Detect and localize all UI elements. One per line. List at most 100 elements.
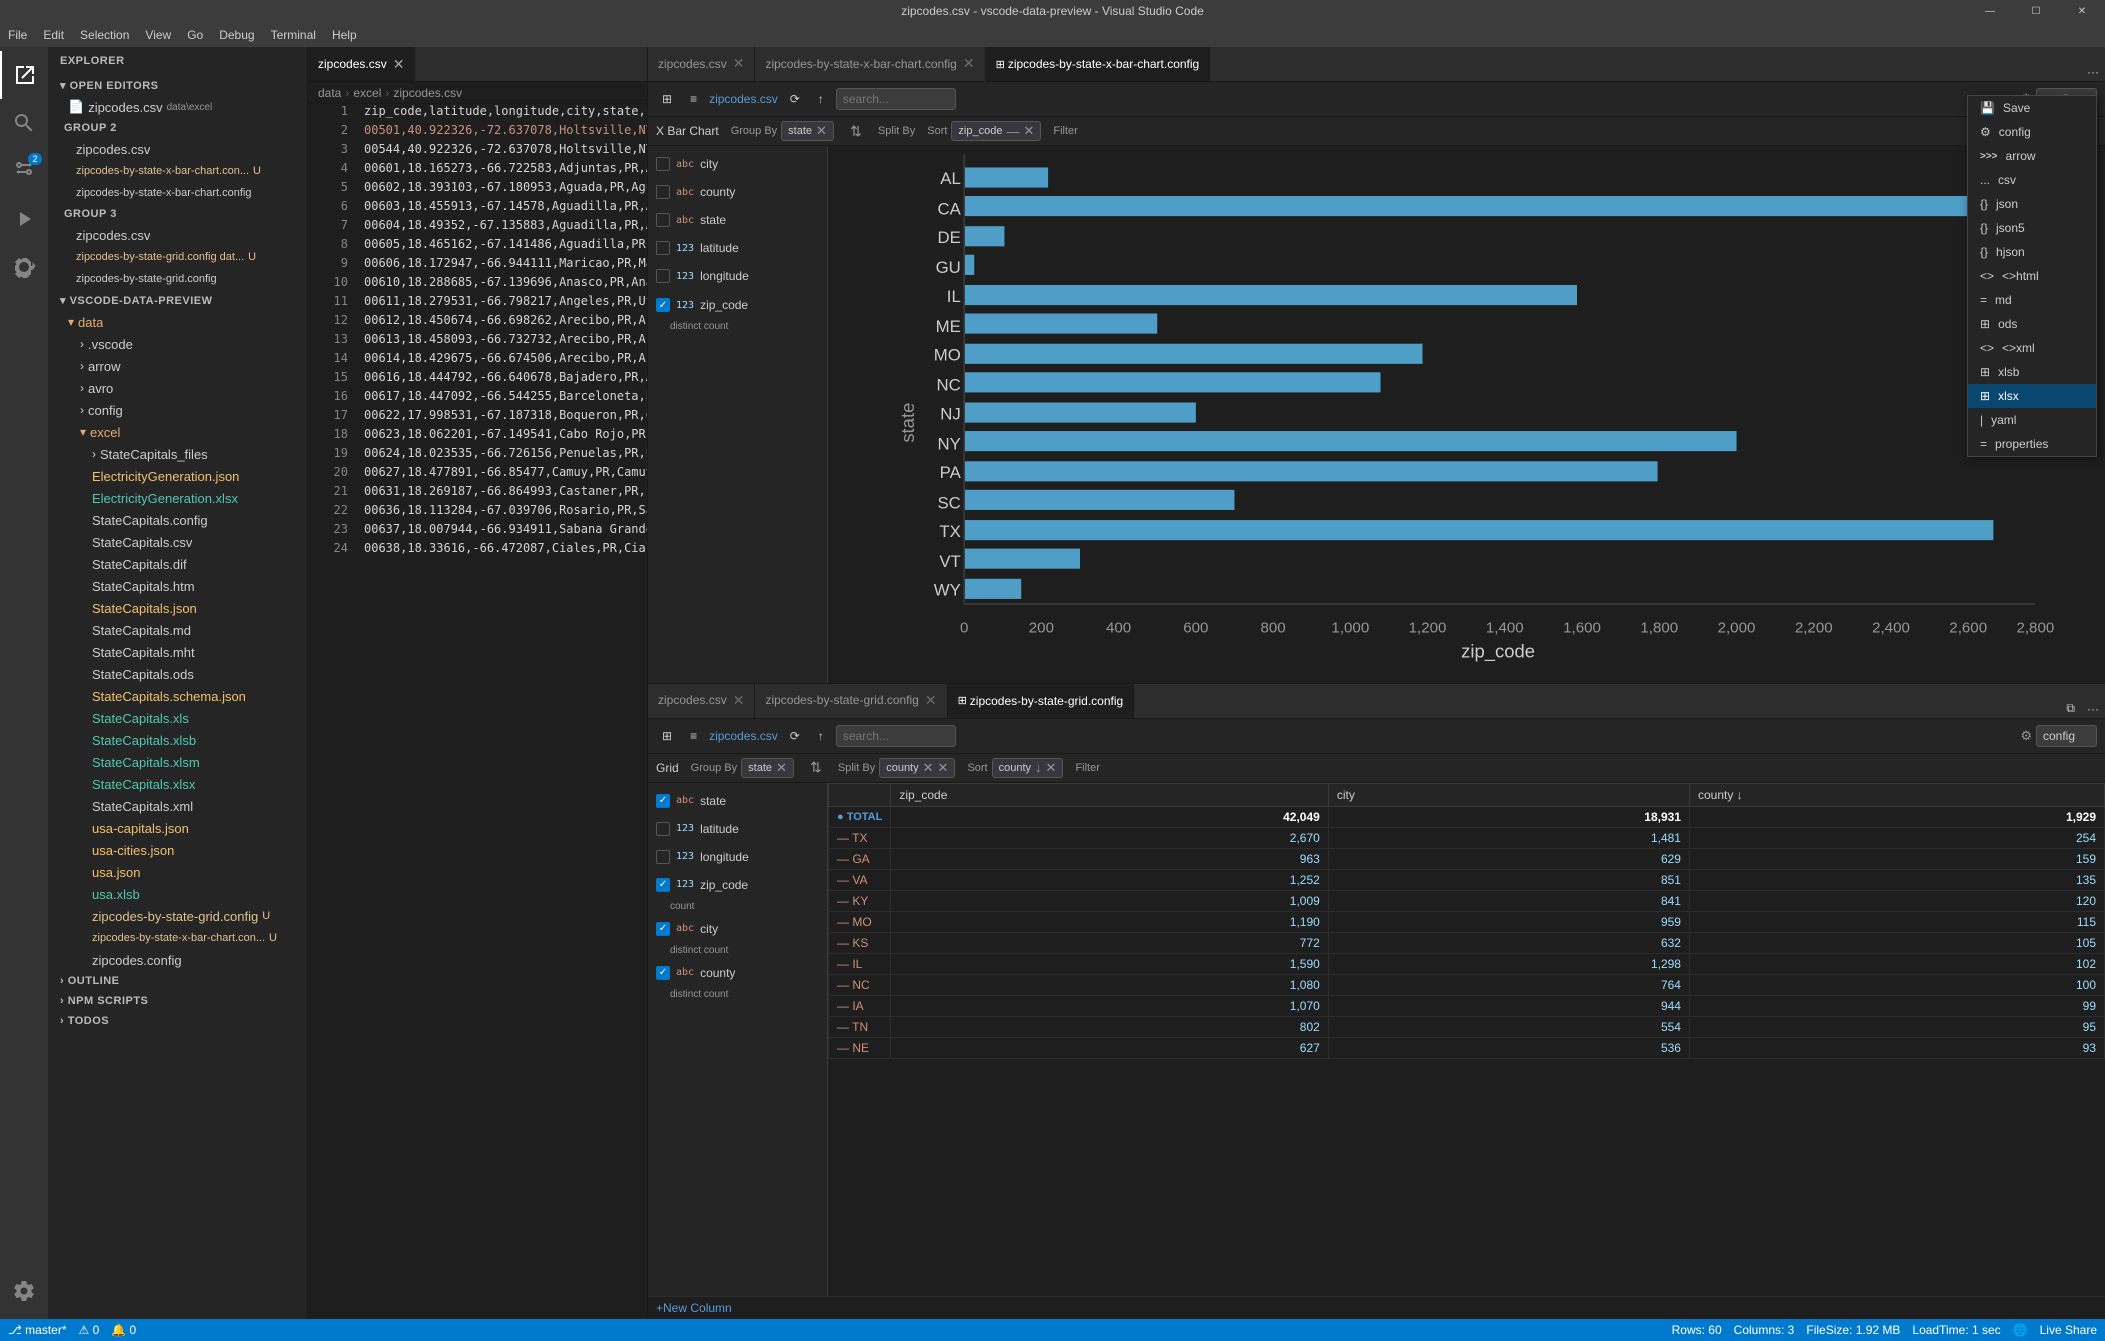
- explorer-activity-icon[interactable]: [0, 51, 48, 99]
- settings-activity-icon[interactable]: [0, 1267, 48, 1315]
- sidebar-statecap-config[interactable]: StateCapitals.config: [48, 509, 307, 531]
- col-cb-grid-county[interactable]: [656, 966, 670, 980]
- col-city[interactable]: abc city: [648, 150, 827, 178]
- dropdown-config[interactable]: ⚙ config: [1968, 120, 2096, 144]
- search-input-grid[interactable]: [836, 725, 956, 747]
- source-control-activity-icon[interactable]: 2: [0, 147, 48, 195]
- sidebar-statecap-csv[interactable]: StateCapitals.csv: [48, 531, 307, 553]
- grid-sort-tag[interactable]: county ↓ ✕: [992, 758, 1064, 778]
- tab-csv-grid[interactable]: zipcodes.csv ✕: [648, 684, 755, 718]
- col-state[interactable]: abc state: [648, 206, 827, 234]
- sidebar-item-g2-xbar2[interactable]: zipcodes-by-state-x-bar-chart.config: [48, 182, 307, 204]
- sidebar-statecap-htm[interactable]: StateCapitals.htm: [48, 575, 307, 597]
- refresh-button[interactable]: ⟳: [784, 90, 806, 108]
- menu-view[interactable]: View: [137, 22, 179, 47]
- menu-selection[interactable]: Selection: [72, 22, 137, 47]
- tab-grid-config1[interactable]: zipcodes-by-state-grid.config ✕: [755, 684, 947, 718]
- grid-group-by-tag[interactable]: state ✕: [741, 758, 794, 778]
- grid-split-by-remove1[interactable]: ✕: [923, 760, 934, 776]
- sidebar-statecap-xml[interactable]: StateCapitals.xml: [48, 795, 307, 817]
- run-activity-icon[interactable]: [0, 195, 48, 243]
- sidebar-statecap-dif[interactable]: StateCapitals.dif: [48, 553, 307, 575]
- tab-csv-chart[interactable]: zipcodes.csv ✕: [648, 47, 755, 81]
- tab-close[interactable]: ✕: [963, 55, 975, 72]
- sidebar-statecap-xlsx[interactable]: StateCapitals.xlsx: [48, 773, 307, 795]
- col-cb-city[interactable]: [656, 157, 670, 171]
- sidebar-item-zipcodes-csv-top[interactable]: 📄 zipcodes.csv data\excel: [48, 96, 307, 118]
- tab-close-g2[interactable]: ✕: [925, 692, 937, 709]
- code-editor-g1[interactable]: 1zip_code,latitude,longitude,city,state,…: [308, 104, 647, 1319]
- search-input-chart[interactable]: [836, 88, 956, 110]
- table-view-btn[interactable]: ≡: [684, 727, 703, 745]
- group3-label[interactable]: GROUP 3: [48, 204, 307, 224]
- dropdown-arrow[interactable]: >>> arrow: [1968, 144, 2096, 168]
- col-cb-latitude[interactable]: [656, 241, 670, 255]
- dropdown-yaml[interactable]: | yaml: [1968, 408, 2096, 432]
- dropdown-csv[interactable]: ... csv: [1968, 168, 2096, 192]
- maximize-button[interactable]: ☐: [2013, 0, 2059, 22]
- warning-status[interactable]: ⚠ 0: [79, 1323, 100, 1337]
- sidebar-usa-json[interactable]: usa.json: [48, 861, 307, 883]
- col-latitude[interactable]: 123 latitude: [648, 234, 827, 262]
- globe-icon[interactable]: 🌐: [2013, 1323, 2028, 1337]
- menu-debug[interactable]: Debug: [211, 22, 262, 47]
- git-branch-status[interactable]: ⎇ master*: [8, 1323, 67, 1337]
- grid-split-by-remove2[interactable]: ✕: [938, 760, 949, 776]
- grid-sort-remove1[interactable]: ↓: [1035, 760, 1042, 775]
- menu-edit[interactable]: Edit: [35, 22, 72, 47]
- close-button[interactable]: ✕: [2059, 0, 2105, 22]
- sidebar-item-g3-csv[interactable]: zipcodes.csv: [48, 224, 307, 246]
- group-by-tag[interactable]: state ✕: [781, 121, 834, 141]
- sidebar-statecap-xlsm[interactable]: StateCapitals.xlsm: [48, 751, 307, 773]
- sidebar-config-folder[interactable]: › config: [48, 399, 307, 421]
- dropdown-ods[interactable]: ⊞ ods: [1968, 312, 2096, 336]
- tab-close-g1[interactable]: ✕: [393, 56, 405, 73]
- open-editors-group[interactable]: ▾ OPEN EDITORS: [48, 75, 307, 96]
- sidebar-item-g2-xbar1[interactable]: zipcodes-by-state-x-bar-chart.con... U: [48, 160, 307, 182]
- config-select-grid[interactable]: config: [2036, 725, 2097, 747]
- live-share-status[interactable]: Live Share: [2040, 1323, 2097, 1337]
- menu-terminal[interactable]: Terminal: [263, 22, 324, 47]
- grid-sort-remove2[interactable]: ✕: [1046, 760, 1057, 776]
- grid-view-btn[interactable]: ⊞: [656, 727, 678, 745]
- menu-file[interactable]: File: [0, 22, 35, 47]
- menu-go[interactable]: Go: [179, 22, 211, 47]
- sort-tag[interactable]: zip_code — ✕: [951, 121, 1041, 141]
- dropdown-json[interactable]: {} json: [1968, 192, 2096, 216]
- sidebar-item-g3-grid2[interactable]: zipcodes-by-state-grid.config: [48, 268, 307, 290]
- sidebar-usa-xlsb[interactable]: usa.xlsb: [48, 883, 307, 905]
- dropdown-html[interactable]: <> <>html: [1968, 264, 2096, 288]
- col-cb-grid-state[interactable]: [656, 794, 670, 808]
- sidebar-arrow-folder[interactable]: › arrow: [48, 355, 307, 377]
- grid-filter-icon[interactable]: ⇅: [806, 758, 826, 778]
- sidebar-statecap-json[interactable]: StateCapitals.json: [48, 597, 307, 619]
- sidebar-statecap-md[interactable]: StateCapitals.md: [48, 619, 307, 641]
- col-grid-latitude[interactable]: 123 latitude: [648, 815, 827, 843]
- dropdown-save[interactable]: 💾 Save: [1968, 96, 2096, 120]
- grid-area[interactable]: zip_code city county ↓ ● TOTAL 42,049: [828, 783, 2105, 1297]
- col-zipcode-chart[interactable]: 123 zip_code: [648, 290, 827, 318]
- table-view-button[interactable]: ≡: [684, 90, 703, 108]
- dropdown-hjson[interactable]: {} hjson: [1968, 240, 2096, 264]
- extensions-activity-icon[interactable]: [0, 243, 48, 291]
- group2-label[interactable]: GROUP 2: [48, 118, 307, 138]
- sidebar-zipxbar-config[interactable]: zipcodes-by-state-x-bar-chart.con... U: [48, 927, 307, 949]
- col-grid-county[interactable]: abc county: [648, 959, 827, 987]
- todos-group[interactable]: › TODOS: [48, 1011, 307, 1031]
- dropdown-json5[interactable]: {} json5: [1968, 216, 2096, 240]
- col-grid-zipcode[interactable]: 123 zip_code: [648, 871, 827, 899]
- filter-icon-btn[interactable]: ⇅: [846, 121, 866, 141]
- sidebar-electricity-xlsx[interactable]: ElectricityGeneration.xlsx: [48, 487, 307, 509]
- col-grid-city[interactable]: abc city: [648, 915, 827, 943]
- sidebar-vscode-folder[interactable]: › .vscode: [48, 333, 307, 355]
- grid-group-by-remove[interactable]: ✕: [776, 760, 787, 776]
- col-cb-grid-lat[interactable]: [656, 822, 670, 836]
- sidebar-usacap-json[interactable]: usa-capitals.json: [48, 817, 307, 839]
- grid-view-button[interactable]: ⊞: [656, 90, 678, 108]
- sort-remove2[interactable]: ✕: [1023, 123, 1034, 139]
- th-city[interactable]: city: [1328, 783, 1689, 806]
- col-cb-grid-zip[interactable]: [656, 878, 670, 892]
- new-column-btn[interactable]: + New Column: [648, 1296, 2105, 1319]
- split-button[interactable]: ⧉: [2060, 699, 2081, 718]
- sidebar-statecap-files[interactable]: › StateCapitals_files: [48, 443, 307, 465]
